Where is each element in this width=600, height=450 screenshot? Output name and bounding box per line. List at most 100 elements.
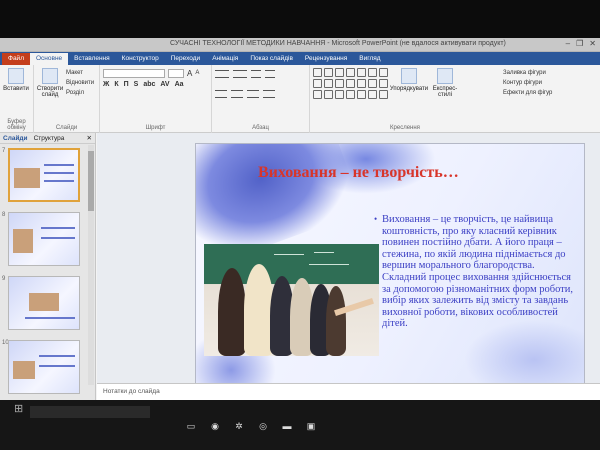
- quick-styles-button[interactable]: Експрес-стилі: [430, 68, 460, 99]
- align-right-icon[interactable]: [247, 90, 259, 98]
- shape-format-group: Заливка фігури Контур фігури Ефекти для …: [500, 65, 578, 133]
- tab-animation[interactable]: Анімація: [206, 53, 244, 65]
- taskbar-search-box[interactable]: [30, 406, 150, 418]
- close-button[interactable]: ✕: [589, 39, 596, 48]
- slides-group: Створити слайд Макет Відновити Розділ Сл…: [34, 65, 100, 133]
- font-group: A A Ж К П S abc AV Aa Шрифт: [100, 65, 212, 133]
- slide-thumb-row[interactable]: 8: [0, 208, 95, 272]
- current-slide[interactable]: Виховання – не творчість… • Виховання – …: [195, 143, 585, 391]
- settings-icon[interactable]: ✲: [233, 420, 245, 432]
- align-left-icon[interactable]: [215, 90, 227, 98]
- window-controls: – ❐ ✕: [566, 39, 596, 48]
- drawing-group-label: Креслення: [390, 125, 420, 131]
- shrink-font-button[interactable]: A: [195, 68, 199, 78]
- title-bar: СУЧАСНІ ТЕХНОЛОГІЇ МЕТОДИКИ НАВЧАННЯ - M…: [0, 38, 600, 52]
- tab-home[interactable]: Основне: [29, 53, 69, 65]
- window-title: СУЧАСНІ ТЕХНОЛОГІЇ МЕТОДИКИ НАВЧАННЯ - M…: [170, 40, 506, 47]
- section-button[interactable]: Розділ: [66, 88, 94, 98]
- powerpoint-icon[interactable]: ▣: [305, 420, 317, 432]
- shadow-button[interactable]: S: [134, 81, 139, 88]
- slide-thumb-row[interactable]: 9: [0, 272, 95, 336]
- font-name-combo[interactable]: [103, 68, 165, 78]
- close-pane-button[interactable]: ✕: [87, 134, 95, 142]
- strikethrough-button[interactable]: abc: [143, 81, 155, 88]
- tab-insert[interactable]: Вставлення: [68, 53, 116, 65]
- bullets-icon[interactable]: [215, 70, 229, 78]
- tab-transitions[interactable]: Переходи: [165, 53, 206, 65]
- minimize-button[interactable]: –: [566, 39, 570, 48]
- change-case-button[interactable]: Aa: [175, 81, 184, 88]
- slide-canvas: Виховання – не творчість… • Виховання – …: [97, 133, 600, 391]
- pane-scrollbar[interactable]: [88, 145, 94, 385]
- maximize-button[interactable]: ❐: [576, 39, 583, 48]
- tab-slides[interactable]: Слайди: [3, 135, 28, 142]
- slide-thumb-row[interactable]: 10: [0, 336, 95, 400]
- quick-styles-label: Експрес-стилі: [432, 86, 458, 98]
- paste-label: Вставити: [3, 86, 29, 92]
- quick-styles-icon: [437, 68, 453, 84]
- notes-placeholder: Нотатки до слайда: [103, 388, 160, 395]
- folder-icon[interactable]: ▬: [281, 420, 293, 432]
- tab-design[interactable]: Конструктор: [116, 53, 165, 65]
- paste-button[interactable]: Вставити: [3, 68, 29, 92]
- drawing-group: Упорядкувати Експрес-стилі Креслення: [310, 65, 500, 133]
- slide-thumbnail[interactable]: [8, 276, 80, 330]
- slides-group-label: Слайди: [55, 125, 78, 131]
- arrange-button[interactable]: Упорядкувати: [390, 68, 428, 99]
- italic-button[interactable]: К: [114, 81, 118, 88]
- new-slide-label: Створити слайд: [36, 86, 64, 98]
- spacing-button[interactable]: AV: [160, 81, 169, 88]
- slide-number: 8: [2, 212, 6, 218]
- slide-thumbnail[interactable]: [8, 212, 80, 266]
- tab-review[interactable]: Рецензування: [299, 53, 353, 65]
- numbering-icon[interactable]: [233, 70, 247, 78]
- globe-icon[interactable]: ◎: [257, 420, 269, 432]
- clipboard-group-label: Буфер обміну: [7, 119, 26, 131]
- font-style-row: Ж К П S abc AV Aa: [103, 81, 208, 88]
- tab-outline[interactable]: Структура: [34, 135, 65, 142]
- slide-thumbnail[interactable]: [8, 340, 80, 394]
- indent-icon[interactable]: [251, 70, 261, 78]
- notes-area[interactable]: Нотатки до слайда: [97, 383, 600, 400]
- layout-button[interactable]: Макет: [66, 68, 94, 78]
- shape-fill-button[interactable]: Заливка фігури: [503, 68, 575, 78]
- shape-effects-button[interactable]: Ефекти для фігур: [503, 88, 575, 98]
- slide-body-content: Виховання – це творчість, це найвища кош…: [382, 214, 574, 330]
- new-slide-button[interactable]: Створити слайд: [37, 68, 63, 98]
- paragraph-group: Абзац: [212, 65, 310, 133]
- slide-body-text[interactable]: • Виховання – це творчість, це найвища к…: [374, 214, 578, 330]
- taskbar-icons: ▭ ◉ ✲ ◎ ▬ ▣: [185, 420, 317, 432]
- task-view-icon[interactable]: ▭: [185, 420, 197, 432]
- slide-title[interactable]: Виховання – не творчість…: [258, 164, 459, 182]
- chrome-icon[interactable]: ◉: [209, 420, 221, 432]
- arrange-icon: [401, 68, 417, 84]
- paste-icon: [8, 68, 24, 84]
- clipboard-group: Вставити Буфер обміну: [0, 65, 34, 133]
- monitor-bezel: [0, 0, 600, 38]
- font-size-combo[interactable]: [168, 68, 184, 78]
- ribbon-tabs: Файл Основне Вставлення Конструктор Пере…: [0, 52, 600, 65]
- tab-slide-show[interactable]: Показ слайдів: [244, 53, 299, 65]
- tab-view[interactable]: Вигляд: [353, 53, 386, 65]
- slide-thumbnail[interactable]: [8, 148, 80, 202]
- arrange-label: Упорядкувати: [389, 86, 429, 92]
- justify-icon[interactable]: [263, 90, 275, 98]
- windows-start-icon[interactable]: ⊞: [14, 402, 28, 416]
- underline-button[interactable]: П: [124, 81, 129, 88]
- new-slide-icon: [42, 68, 58, 84]
- main-area: Слайди Структура ✕ 7 8 9 10 Виховання – …: [0, 133, 600, 400]
- line-spacing-icon[interactable]: [265, 70, 275, 78]
- slide-number: 9: [2, 276, 6, 282]
- bold-button[interactable]: Ж: [103, 81, 109, 88]
- slide-photo[interactable]: [204, 244, 379, 356]
- grow-font-button[interactable]: A: [187, 68, 192, 78]
- shapes-gallery[interactable]: [313, 68, 388, 99]
- reset-button[interactable]: Відновити: [66, 78, 94, 88]
- slide-thumb-row[interactable]: 7: [0, 144, 95, 208]
- shape-outline-button[interactable]: Контур фігури: [503, 78, 575, 88]
- windows-taskbar: ⊞ ▭ ◉ ✲ ◎ ▬ ▣: [0, 400, 600, 450]
- tab-file[interactable]: Файл: [2, 53, 30, 65]
- bullet-glyph: •: [374, 214, 378, 224]
- font-group-label: Шрифт: [145, 125, 166, 131]
- align-center-icon[interactable]: [231, 90, 243, 98]
